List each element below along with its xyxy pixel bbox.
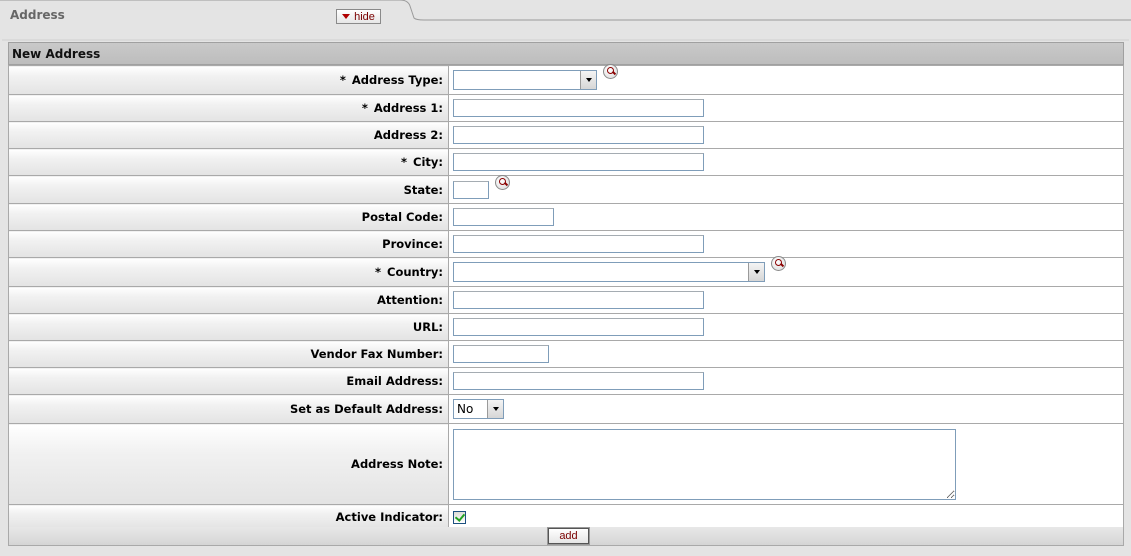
address-type-select[interactable]: [453, 70, 597, 90]
section-tab-title: Address: [10, 8, 65, 22]
province-input[interactable]: [453, 235, 704, 253]
url-input[interactable]: [453, 318, 704, 336]
row-province: Province:: [8, 230, 1124, 258]
default-address-label: Set as Default Address:: [289, 402, 443, 416]
address-type-label: Address Type:: [351, 73, 443, 87]
add-button[interactable]: add: [547, 527, 590, 545]
row-active-indicator: Active Indicator:: [8, 504, 1124, 529]
url-label: URL:: [412, 320, 443, 334]
state-input[interactable]: [453, 180, 489, 199]
vendor-fax-input[interactable]: [453, 345, 549, 363]
row-state: State:: [8, 174, 1124, 204]
required-marker: *: [361, 101, 368, 115]
tab-background: [0, 0, 1131, 42]
attention-input[interactable]: [453, 291, 704, 309]
required-marker: *: [401, 155, 408, 169]
active-indicator-label: Active Indicator:: [335, 509, 443, 524]
row-email: Email Address:: [8, 367, 1124, 395]
country-lookup-icon[interactable]: [771, 256, 786, 271]
address2-label: Address 2:: [373, 128, 443, 142]
actions-row: add: [8, 527, 1124, 546]
row-attention: Attention:: [8, 286, 1124, 314]
active-indicator-checkbox[interactable]: [453, 510, 466, 524]
new-address-panel: New Address * Address Type: * Address 1: A…: [8, 42, 1124, 546]
row-address-note: Address Note:: [8, 423, 1124, 505]
address1-input[interactable]: [453, 99, 704, 117]
row-country: * Country:: [8, 256, 1124, 287]
row-address1: * Address 1:: [8, 94, 1124, 122]
state-label: State:: [403, 182, 443, 197]
hide-label: hide: [354, 10, 375, 23]
address1-label: Address 1:: [373, 101, 443, 115]
postal-code-label: Postal Code:: [361, 210, 443, 224]
row-address2: Address 2:: [8, 121, 1124, 149]
province-label: Province:: [382, 237, 443, 251]
default-address-select[interactable]: No: [453, 399, 504, 419]
chevron-down-icon: [580, 71, 596, 89]
attention-label: Attention:: [376, 293, 443, 307]
address-form: * Address Type: * Address 1: Address 2: * C…: [8, 64, 1124, 529]
hide-button[interactable]: hide: [336, 9, 381, 24]
row-default-address: Set as Default Address: No: [8, 394, 1124, 424]
row-address-type: * Address Type:: [8, 64, 1124, 95]
state-lookup-icon[interactable]: [495, 174, 510, 190]
country-select[interactable]: [453, 262, 765, 282]
triangle-down-icon: [342, 14, 351, 19]
address-note-textarea[interactable]: [453, 429, 956, 500]
row-city: * City:: [8, 148, 1124, 176]
address2-input[interactable]: [453, 126, 704, 144]
panel-title: New Address: [8, 42, 1124, 65]
address-note-label: Address Note:: [351, 457, 443, 471]
country-label: Country:: [387, 265, 443, 279]
chevron-down-icon: [748, 263, 764, 281]
address-type-lookup-icon[interactable]: [603, 64, 618, 79]
vendor-fax-label: Vendor Fax Number:: [310, 347, 443, 361]
city-label: City:: [413, 155, 443, 169]
city-input[interactable]: [453, 153, 704, 171]
chevron-down-icon: [487, 400, 503, 418]
email-label: Email Address:: [346, 374, 443, 388]
postal-code-input[interactable]: [453, 208, 554, 226]
row-url: URL:: [8, 313, 1124, 341]
row-postal-code: Postal Code:: [8, 203, 1124, 231]
required-marker: *: [375, 265, 382, 279]
email-input[interactable]: [453, 372, 704, 390]
required-marker: *: [339, 73, 346, 87]
row-vendor-fax: Vendor Fax Number:: [8, 340, 1124, 368]
